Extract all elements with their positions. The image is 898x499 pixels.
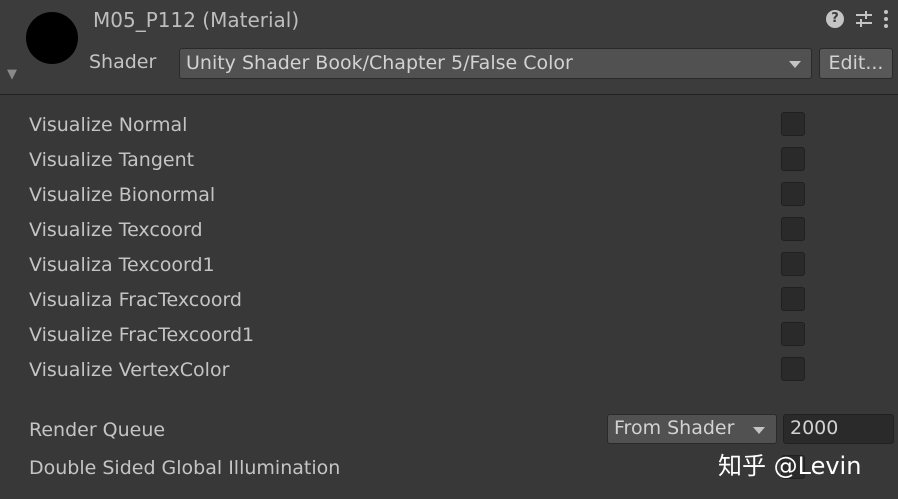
property-label: Visualiza FracTexcoord <box>29 289 242 311</box>
property-row: Visualize Normal <box>29 112 819 142</box>
watermark: 知乎 @Levin <box>718 452 862 480</box>
help-icon[interactable]: ? <box>826 10 844 28</box>
property-label: Visualize Texcoord <box>29 219 203 241</box>
property-label: Visualize VertexColor <box>29 359 230 381</box>
property-label: Visualize Tangent <box>29 149 195 171</box>
shader-label: Shader <box>89 51 157 73</box>
material-header: ▼ M05_P112 (Material) ? Shader Unity Sha… <box>0 0 898 95</box>
chevron-down-icon <box>753 427 765 434</box>
material-name: M05_P112 (Material) <box>93 8 300 32</box>
render-queue-mode: From Shader <box>614 417 735 439</box>
chevron-down-icon <box>789 61 801 68</box>
edit-shader-button[interactable]: Edit... <box>819 48 893 79</box>
property-row: Visualiza Texcoord1 <box>29 252 819 282</box>
property-checkbox[interactable] <box>781 112 805 136</box>
kebab-menu-icon[interactable] <box>884 9 890 29</box>
render-queue-input[interactable]: 2000 <box>783 414 894 444</box>
property-checkbox[interactable] <box>781 182 805 206</box>
property-row: Visualize VertexColor <box>29 357 819 387</box>
property-row: Visualize Texcoord <box>29 217 819 247</box>
property-label: Visualize FracTexcoord1 <box>29 324 255 346</box>
property-checkbox[interactable] <box>781 322 805 346</box>
property-label: Visualize Normal <box>29 114 188 136</box>
property-row: Visualize Tangent <box>29 147 819 177</box>
double-sided-gi-row: Double Sided Global Illumination <box>29 455 819 485</box>
render-queue-dropdown[interactable]: From Shader <box>607 414 777 444</box>
property-row: Visualize Bionormal <box>29 182 819 212</box>
property-label: Visualize Bionormal <box>29 184 216 206</box>
header-icons: ? <box>826 9 890 29</box>
property-checkbox[interactable] <box>781 357 805 381</box>
property-checkbox[interactable] <box>781 217 805 241</box>
material-preview[interactable] <box>26 12 78 64</box>
property-label: Visualiza Texcoord1 <box>29 254 215 276</box>
render-queue-label: Render Queue <box>29 419 166 441</box>
preset-icon[interactable] <box>854 9 874 29</box>
shader-dropdown-value: Unity Shader Book/Chapter 5/False Color <box>186 52 573 74</box>
property-row: Visualiza FracTexcoord <box>29 287 819 317</box>
double-sided-gi-label: Double Sided Global Illumination <box>29 457 341 479</box>
shader-dropdown[interactable]: Unity Shader Book/Chapter 5/False Color <box>179 48 812 79</box>
property-checkbox[interactable] <box>781 252 805 276</box>
property-row: Visualize FracTexcoord1 <box>29 322 819 352</box>
property-checkbox[interactable] <box>781 287 805 311</box>
property-checkbox[interactable] <box>781 147 805 171</box>
foldout-arrow-icon[interactable]: ▼ <box>7 67 17 82</box>
